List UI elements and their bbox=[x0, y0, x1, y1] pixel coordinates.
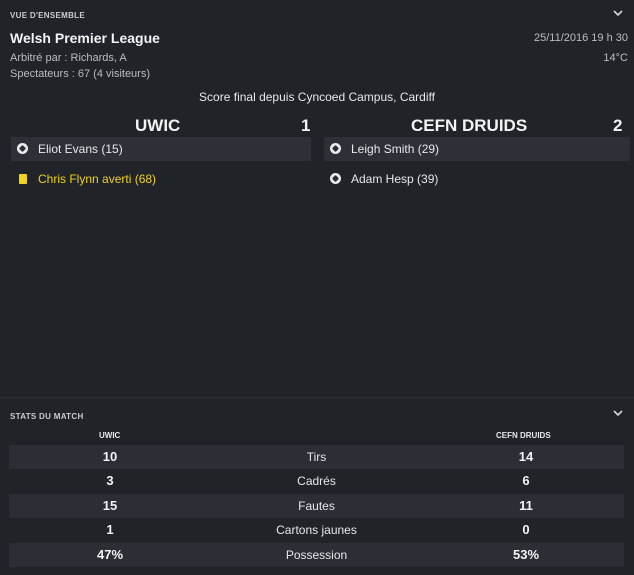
event-text: Eliot Evans (15) bbox=[38, 142, 123, 156]
stat-home-value: 10 bbox=[102, 449, 118, 464]
stats-home-header: UWIC bbox=[99, 431, 121, 440]
stat-away-value: 53% bbox=[512, 547, 540, 562]
football-icon bbox=[330, 143, 342, 155]
final-score-venue: Score final depuis Cyncoed Campus, Cardi… bbox=[199, 90, 435, 104]
referee-info: Arbitré par : Richards, A bbox=[10, 52, 127, 64]
stat-home-value: 3 bbox=[106, 473, 114, 488]
event-text: Adam Hesp (39) bbox=[351, 172, 439, 186]
temperature: 14°C bbox=[603, 52, 628, 64]
stat-away-value: 11 bbox=[519, 498, 533, 513]
stat-row-fouls: Fautes 15 11 bbox=[9, 494, 624, 518]
collapse-stats-chevron-icon[interactable] bbox=[611, 406, 625, 420]
stat-home-value: 15 bbox=[102, 498, 118, 513]
yellow-card-icon bbox=[17, 173, 29, 185]
stats-section-label: STATS DU MATCH bbox=[10, 412, 84, 421]
event-text: Leigh Smith (29) bbox=[351, 142, 440, 156]
stat-row-possession: Possession 47% 53% bbox=[9, 543, 624, 567]
stat-away-value: 6 bbox=[522, 473, 530, 488]
away-event-goal[interactable]: Adam Hesp (39) bbox=[324, 167, 630, 191]
away-event-goal[interactable]: Leigh Smith (29) bbox=[324, 137, 630, 161]
stat-row-yellow-cards: Cartons jaunes 1 0 bbox=[9, 518, 624, 542]
stat-home-value: 1 bbox=[106, 522, 114, 537]
stats-away-header: CEFN DRUIDS bbox=[496, 431, 551, 440]
home-team-name[interactable]: UWIC bbox=[135, 116, 180, 136]
match-datetime: 25/11/2016 19 h 30 bbox=[534, 32, 628, 44]
stat-away-value: 14 bbox=[518, 449, 534, 464]
away-team-name[interactable]: CEFN DRUIDS bbox=[411, 116, 527, 136]
away-team-score: 2 bbox=[613, 116, 623, 135]
spectators-info: Spectateurs : 67 (4 visiteurs) bbox=[10, 68, 151, 80]
home-team-score: 1 bbox=[301, 116, 311, 135]
overview-section-label: VUE D'ENSEMBLE bbox=[10, 11, 86, 20]
event-text: Chris Flynn averti (68) bbox=[38, 172, 157, 186]
stat-away-value: 0 bbox=[522, 522, 530, 537]
stat-row-shots: Tirs 10 14 bbox=[9, 445, 624, 469]
stat-row-on-target: Cadrés 3 6 bbox=[9, 469, 624, 493]
collapse-overview-chevron-icon[interactable] bbox=[611, 6, 625, 20]
home-event-yellow-card[interactable]: Chris Flynn averti (68) bbox=[11, 167, 311, 191]
home-event-goal[interactable]: Eliot Evans (15) bbox=[11, 137, 311, 161]
stat-home-value: 47% bbox=[96, 547, 124, 562]
football-icon bbox=[330, 173, 342, 185]
competition-title[interactable]: Welsh Premier League bbox=[10, 30, 160, 46]
football-icon bbox=[17, 143, 29, 155]
overview-panel: VUE D'ENSEMBLE Welsh Premier League 25/1… bbox=[0, 0, 634, 396]
